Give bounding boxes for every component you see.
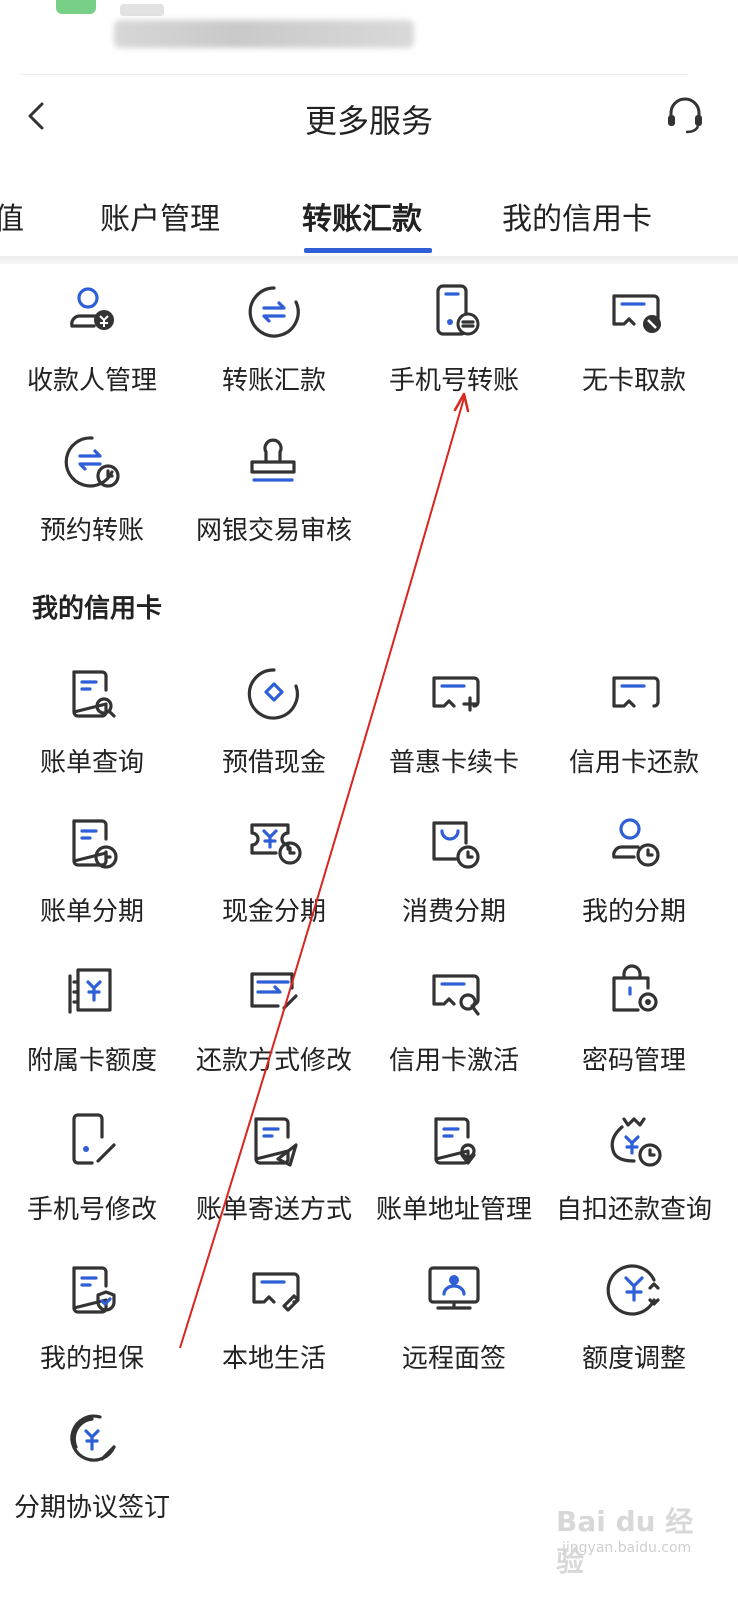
tab-transfer[interactable]: 转账汇款: [302, 194, 422, 238]
service-item-label: 普惠卡续卡: [388, 748, 519, 778]
service-item-local-life[interactable]: 本地生活: [182, 1260, 366, 1400]
password-lock-icon: [604, 962, 664, 1022]
service-item-card-repay[interactable]: 信用卡还款: [542, 664, 726, 804]
blurred-notification-text: [114, 20, 414, 48]
service-item-stamp[interactable]: 网银交易审核: [182, 432, 366, 572]
service-item-limit-adjust[interactable]: 额度调整: [542, 1260, 726, 1400]
phone-edit-icon: [62, 1111, 122, 1171]
guarantee-icon: [62, 1260, 122, 1320]
service-item-label: 我的担保: [39, 1344, 144, 1374]
cash-advance-icon: [244, 664, 304, 724]
service-item-label: 预借现金: [221, 748, 326, 778]
payee-icon: [62, 282, 122, 342]
service-item-my-installment[interactable]: 我的分期: [542, 813, 726, 953]
headset-icon: [668, 97, 702, 134]
service-item-bill-send[interactable]: 账单寄送方式: [182, 1111, 366, 1251]
supplementary-card-icon: [62, 962, 122, 1022]
service-item-agreement-sign[interactable]: 分期协议签订: [0, 1409, 184, 1549]
service-item-label: 信用卡还款: [568, 748, 699, 778]
bill-search-icon: [62, 664, 122, 724]
bill-address-icon: [424, 1111, 484, 1171]
service-item-label: 手机号转账: [388, 366, 519, 396]
card-activate-icon: [424, 962, 484, 1022]
service-item-scheduled-transfer[interactable]: 预约转账: [0, 432, 184, 572]
service-item-label: 账单地址管理: [375, 1195, 532, 1225]
tab-partial[interactable]: 值: [0, 194, 24, 238]
service-item-label: 还款方式修改: [195, 1046, 352, 1076]
service-item-label: 账单查询: [39, 748, 144, 778]
repay-method-icon: [244, 962, 304, 1022]
limit-adjust-icon: [604, 1260, 664, 1320]
service-item-label: 收款人管理: [26, 366, 157, 396]
agreement-sign-icon: [62, 1409, 122, 1469]
service-item-autopay-query[interactable]: 自扣还款查询: [542, 1111, 726, 1251]
card-renew-icon: [424, 664, 484, 724]
category-tabs: 值 账户管理 转账汇款 我的信用卡: [0, 178, 738, 256]
service-item-label: 无卡取款: [581, 366, 686, 396]
customer-service-button[interactable]: [664, 94, 706, 136]
blurred-app-name: [120, 4, 164, 16]
service-item-phone-edit[interactable]: 手机号修改: [0, 1111, 184, 1251]
cash-installment-icon: [244, 813, 304, 873]
divider: [20, 74, 688, 75]
service-item-label: 网银交易审核: [195, 516, 352, 546]
service-item-cash-installment[interactable]: 现金分期: [182, 813, 366, 953]
service-item-label: 密码管理: [581, 1046, 686, 1076]
service-item-label: 远程面签: [401, 1344, 506, 1374]
transfer-icon: [244, 282, 304, 342]
service-item-label: 额度调整: [581, 1344, 686, 1374]
remote-sign-icon: [424, 1260, 484, 1320]
service-item-label: 账单分期: [39, 897, 144, 927]
bill-send-icon: [244, 1111, 304, 1171]
service-item-bill-installment[interactable]: 账单分期: [0, 813, 184, 953]
service-item-remote-sign[interactable]: 远程面签: [362, 1260, 546, 1400]
tabs-shadow-divider: [0, 256, 738, 264]
service-item-password-lock[interactable]: 密码管理: [542, 962, 726, 1102]
card-repay-icon: [604, 664, 664, 724]
service-item-card-renew[interactable]: 普惠卡续卡: [362, 664, 546, 804]
phone-transfer-icon: [424, 282, 484, 342]
page-title: 更多服务: [304, 102, 433, 140]
service-item-label: 本地生活: [221, 1344, 326, 1374]
service-item-label: 消费分期: [401, 897, 506, 927]
stamp-icon: [244, 432, 304, 492]
notification-banner: [0, 0, 738, 78]
service-item-payee[interactable]: 收款人管理: [0, 282, 184, 422]
service-item-label: 预约转账: [39, 516, 144, 546]
service-item-supplementary-card[interactable]: 附属卡额度: [0, 962, 184, 1102]
cardless-withdraw-icon: [604, 282, 664, 342]
service-item-transfer[interactable]: 转账汇款: [182, 282, 366, 422]
service-item-purchase-installment[interactable]: 消费分期: [362, 813, 546, 953]
autopay-query-icon: [604, 1111, 664, 1171]
service-item-label: 转账汇款: [221, 366, 326, 396]
my-installment-icon: [604, 813, 664, 873]
bill-installment-icon: [62, 813, 122, 873]
service-item-phone-transfer[interactable]: 手机号转账: [362, 282, 546, 422]
service-item-label: 自扣还款查询: [555, 1195, 712, 1225]
local-life-icon: [244, 1260, 304, 1320]
service-item-cardless-withdraw[interactable]: 无卡取款: [542, 282, 726, 422]
service-item-cash-advance[interactable]: 预借现金: [182, 664, 366, 804]
purchase-installment-icon: [424, 813, 484, 873]
service-item-label: 账单寄送方式: [195, 1195, 352, 1225]
tab-account-management[interactable]: 账户管理: [100, 194, 220, 238]
app-badge: [56, 0, 96, 14]
service-item-bill-search[interactable]: 账单查询: [0, 664, 184, 804]
service-item-label: 手机号修改: [26, 1195, 157, 1225]
watermark-logo: Bai du 经验 jingyan.baidu.com: [556, 1505, 694, 1578]
service-item-label: 附属卡额度: [26, 1046, 157, 1076]
service-item-card-activate[interactable]: 信用卡激活: [362, 962, 546, 1102]
service-item-label: 信用卡激活: [388, 1046, 519, 1076]
service-item-label: 分期协议签订: [13, 1493, 170, 1523]
service-item-guarantee[interactable]: 我的担保: [0, 1260, 184, 1400]
service-item-repay-method[interactable]: 还款方式修改: [182, 962, 366, 1102]
nav-bar: 更多服务: [0, 78, 738, 158]
section-title-credit-card: 我的信用卡: [32, 594, 163, 624]
service-item-label: 我的分期: [581, 897, 686, 927]
service-item-label: 现金分期: [221, 897, 326, 927]
scheduled-transfer-icon: [62, 432, 122, 492]
tab-my-credit-card[interactable]: 我的信用卡: [502, 194, 652, 238]
service-item-bill-address[interactable]: 账单地址管理: [362, 1111, 546, 1251]
active-tab-indicator: [304, 248, 432, 253]
